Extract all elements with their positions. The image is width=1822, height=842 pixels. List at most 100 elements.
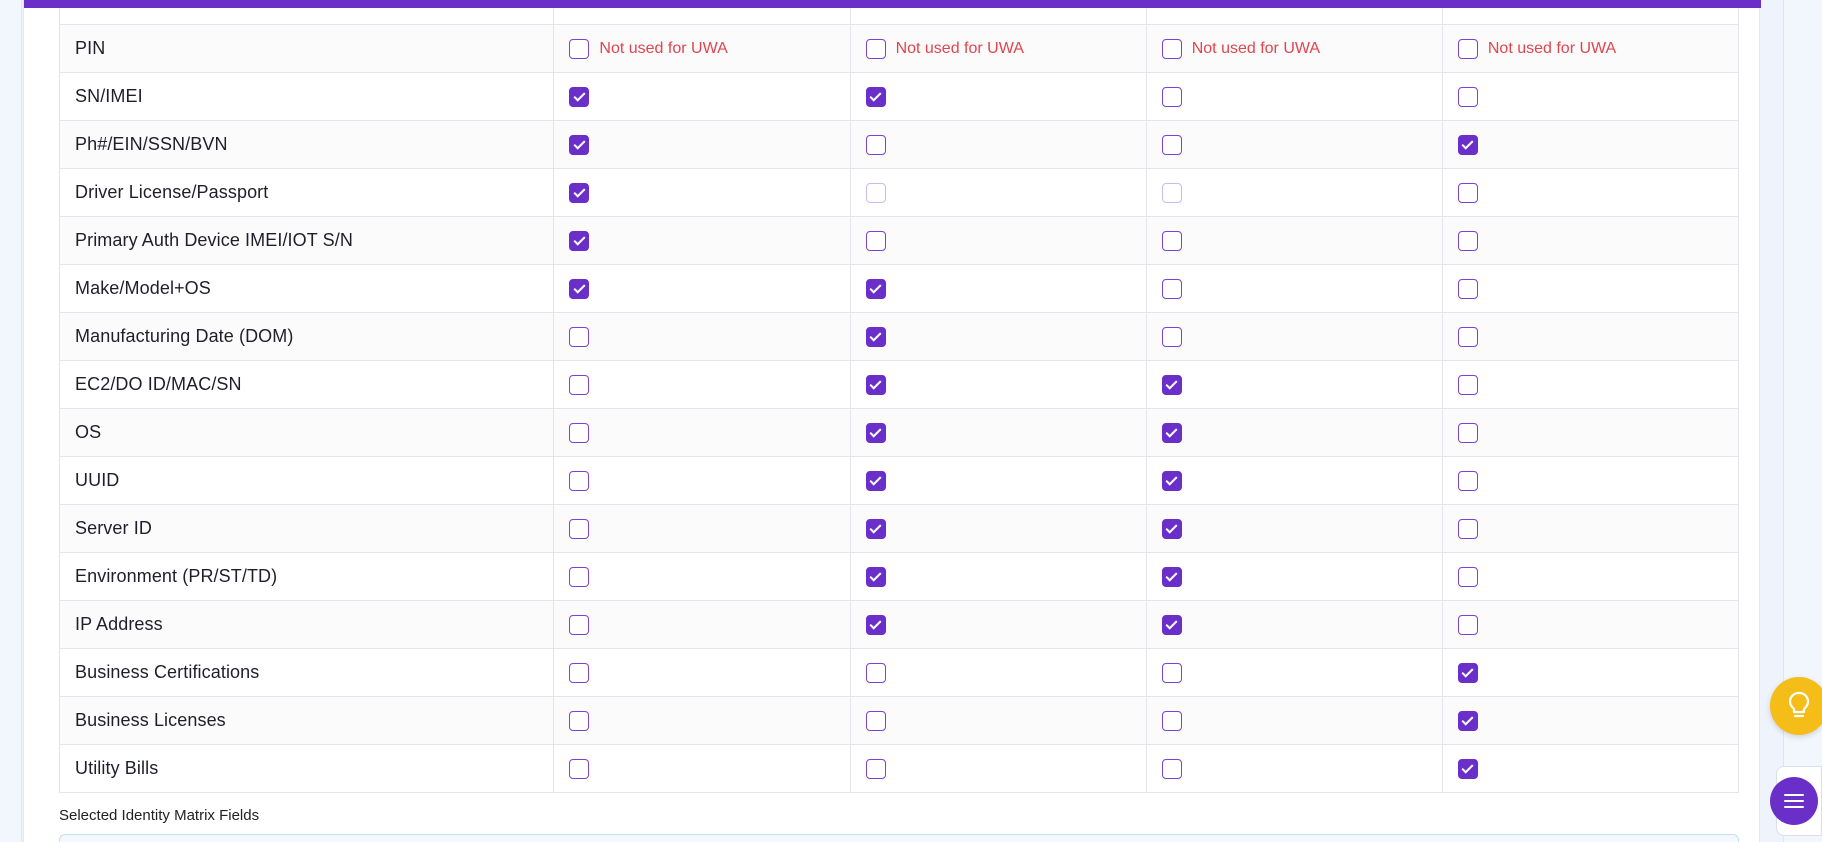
matrix-cell [1145, 313, 1442, 360]
matrix-cell [553, 169, 849, 216]
matrix-checkbox[interactable] [569, 182, 590, 203]
matrix-checkbox[interactable] [865, 662, 886, 683]
matrix-checkbox[interactable] [1457, 758, 1478, 779]
matrix-checkbox[interactable] [1457, 422, 1478, 443]
table-row: Driver License/Passport [60, 168, 1738, 216]
matrix-checkbox[interactable] [569, 566, 590, 587]
matrix-checkbox[interactable] [865, 422, 886, 443]
matrix-checkbox[interactable] [569, 662, 590, 683]
table-row-header-stub [60, 8, 1738, 24]
checkmark-icon [1165, 473, 1178, 486]
table-row: SN/IMEI [60, 72, 1738, 120]
matrix-checkbox[interactable] [865, 86, 886, 107]
matrix-checkbox[interactable] [569, 758, 590, 779]
checkmark-icon [869, 521, 882, 534]
matrix-checkbox[interactable] [1457, 326, 1478, 347]
floating-menu-button[interactable] [1770, 777, 1818, 825]
matrix-checkbox[interactable] [1161, 422, 1182, 443]
matrix-checkbox[interactable] [1161, 86, 1182, 107]
matrix-checkbox[interactable] [865, 566, 886, 587]
matrix-cell [1145, 169, 1442, 216]
matrix-checkbox[interactable] [569, 422, 590, 443]
matrix-cell [849, 313, 1146, 360]
matrix-checkbox[interactable] [1161, 758, 1182, 779]
matrix-checkbox[interactable] [1457, 38, 1478, 59]
matrix-checkbox[interactable] [865, 230, 886, 251]
matrix-checkbox[interactable] [1457, 566, 1478, 587]
checkmark-icon [1165, 617, 1178, 630]
matrix-checkbox[interactable] [1161, 710, 1182, 731]
matrix-checkbox[interactable] [1161, 326, 1182, 347]
checkmark-icon [1165, 377, 1178, 390]
matrix-cell [1145, 217, 1442, 264]
matrix-checkbox[interactable] [569, 518, 590, 539]
matrix-cell [553, 73, 849, 120]
checkmark-icon [869, 617, 882, 630]
matrix-checkbox[interactable] [865, 278, 886, 299]
matrix-checkbox[interactable] [1457, 614, 1478, 635]
matrix-checkbox[interactable] [865, 614, 886, 635]
row-label: IP Address [75, 614, 163, 634]
content-panel: PIN Not used for UWA Not used for UWA Not u… [23, 0, 1761, 842]
matrix-checkbox[interactable] [865, 326, 886, 347]
matrix-checkbox[interactable] [569, 614, 590, 635]
matrix-checkbox[interactable] [1457, 278, 1478, 299]
matrix-checkbox[interactable] [1457, 470, 1478, 491]
matrix-checkbox[interactable] [1161, 278, 1182, 299]
matrix-checkbox [1161, 182, 1182, 203]
matrix-checkbox[interactable] [1457, 134, 1478, 155]
matrix-cell [553, 217, 849, 264]
checkmark-icon [1461, 761, 1474, 774]
matrix-checkbox[interactable] [1161, 566, 1182, 587]
row-label: SN/IMEI [75, 86, 143, 106]
checkmark-icon [869, 377, 882, 390]
not-used-note: Not used for UWA [1191, 39, 1321, 57]
matrix-checkbox[interactable] [1161, 38, 1182, 59]
matrix-checkbox[interactable] [865, 758, 886, 779]
matrix-checkbox[interactable] [865, 518, 886, 539]
matrix-checkbox[interactable] [1457, 374, 1478, 395]
matrix-cell [1441, 409, 1738, 456]
matrix-checkbox[interactable] [1161, 518, 1182, 539]
matrix-checkbox[interactable] [1457, 710, 1478, 731]
matrix-checkbox[interactable] [1161, 662, 1182, 683]
matrix-checkbox[interactable] [569, 86, 590, 107]
matrix-checkbox[interactable] [569, 134, 590, 155]
table-row: Utility Bills [60, 744, 1738, 792]
matrix-checkbox[interactable] [1457, 518, 1478, 539]
matrix-checkbox[interactable] [865, 710, 886, 731]
matrix-checkbox[interactable] [569, 374, 590, 395]
matrix-cell [849, 505, 1146, 552]
row-label: EC2/DO ID/MAC/SN [75, 374, 242, 394]
matrix-cell [1441, 553, 1738, 600]
checkmark-icon [1461, 665, 1474, 678]
matrix-checkbox[interactable] [1161, 470, 1182, 491]
matrix-checkbox[interactable] [569, 710, 590, 731]
matrix-checkbox[interactable] [1457, 662, 1478, 683]
matrix-checkbox[interactable] [865, 374, 886, 395]
checkmark-icon [1165, 569, 1178, 582]
matrix-checkbox[interactable] [865, 470, 886, 491]
matrix-checkbox[interactable] [569, 278, 590, 299]
matrix-checkbox[interactable] [1161, 614, 1182, 635]
matrix-checkbox[interactable] [1161, 134, 1182, 155]
matrix-checkbox[interactable] [1457, 86, 1478, 107]
matrix-cell [553, 649, 849, 696]
table-row: Manufacturing Date (DOM) [60, 312, 1738, 360]
help-tips-button[interactable] [1770, 677, 1822, 735]
table-row: Ph#/EIN/SSN/BVN [60, 120, 1738, 168]
matrix-cell [1441, 505, 1738, 552]
row-label: Utility Bills [75, 758, 159, 778]
matrix-checkbox[interactable] [569, 470, 590, 491]
matrix-checkbox[interactable] [1161, 230, 1182, 251]
table-row: UUID [60, 456, 1738, 504]
matrix-checkbox[interactable] [569, 230, 590, 251]
matrix-checkbox[interactable] [1457, 182, 1478, 203]
matrix-checkbox[interactable] [1457, 230, 1478, 251]
matrix-checkbox[interactable] [569, 38, 590, 59]
row-label: UUID [75, 470, 120, 490]
matrix-checkbox[interactable] [1161, 374, 1182, 395]
matrix-checkbox[interactable] [865, 38, 886, 59]
matrix-checkbox[interactable] [865, 134, 886, 155]
matrix-checkbox[interactable] [569, 326, 590, 347]
